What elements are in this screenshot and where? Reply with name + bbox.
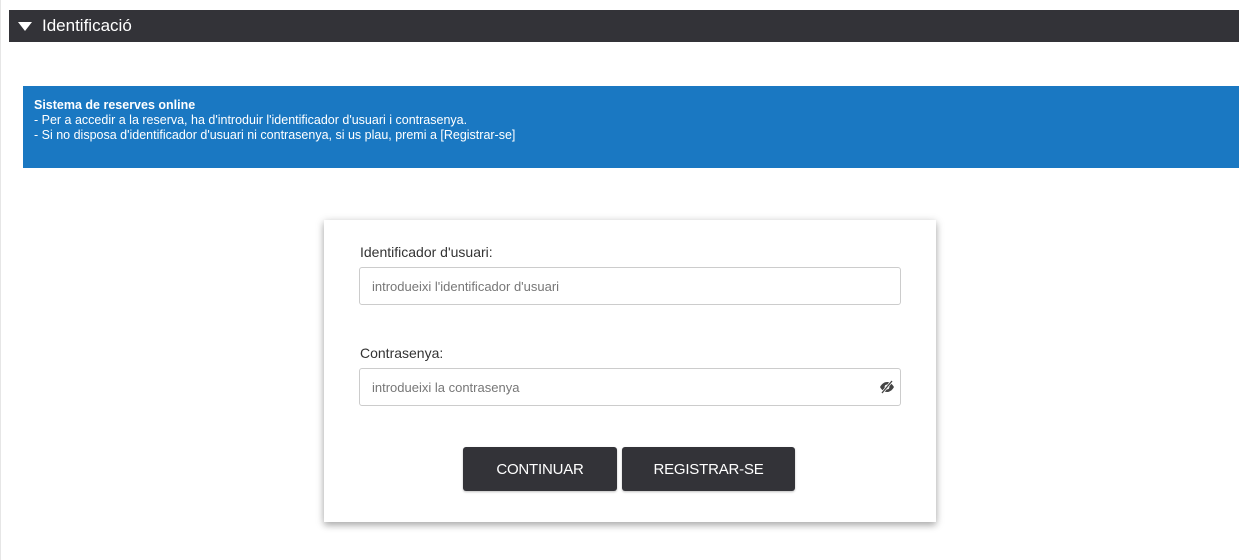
info-box: Sistema de reserves online - Per a acced… [23,86,1239,168]
continue-button[interactable]: CONTINUAR [463,447,617,491]
user-id-label: Identificador d'usuari: [360,244,493,260]
login-card: Identificador d'usuari: Contrasenya: CON… [324,220,936,522]
register-button[interactable]: REGISTRAR-SE [622,447,795,491]
section-title: Identificació [42,16,132,35]
eye-slash-icon[interactable] [878,378,896,396]
page: Identificació Sistema de reserves online… [0,0,1239,560]
user-id-input[interactable] [359,267,901,305]
info-line: - Per a accedir a la reserva, ha d'intro… [34,113,468,127]
password-label: Contrasenya: [360,345,444,361]
info-title: Sistema de reserves online [34,98,196,112]
password-input[interactable] [359,368,901,406]
collapse-triangle-icon [18,22,32,31]
section-header-identificacio[interactable]: Identificació [9,10,1239,42]
eye-slash-svg [880,380,894,394]
info-line: - Si no disposa d'identificador d'usuari… [34,128,516,142]
